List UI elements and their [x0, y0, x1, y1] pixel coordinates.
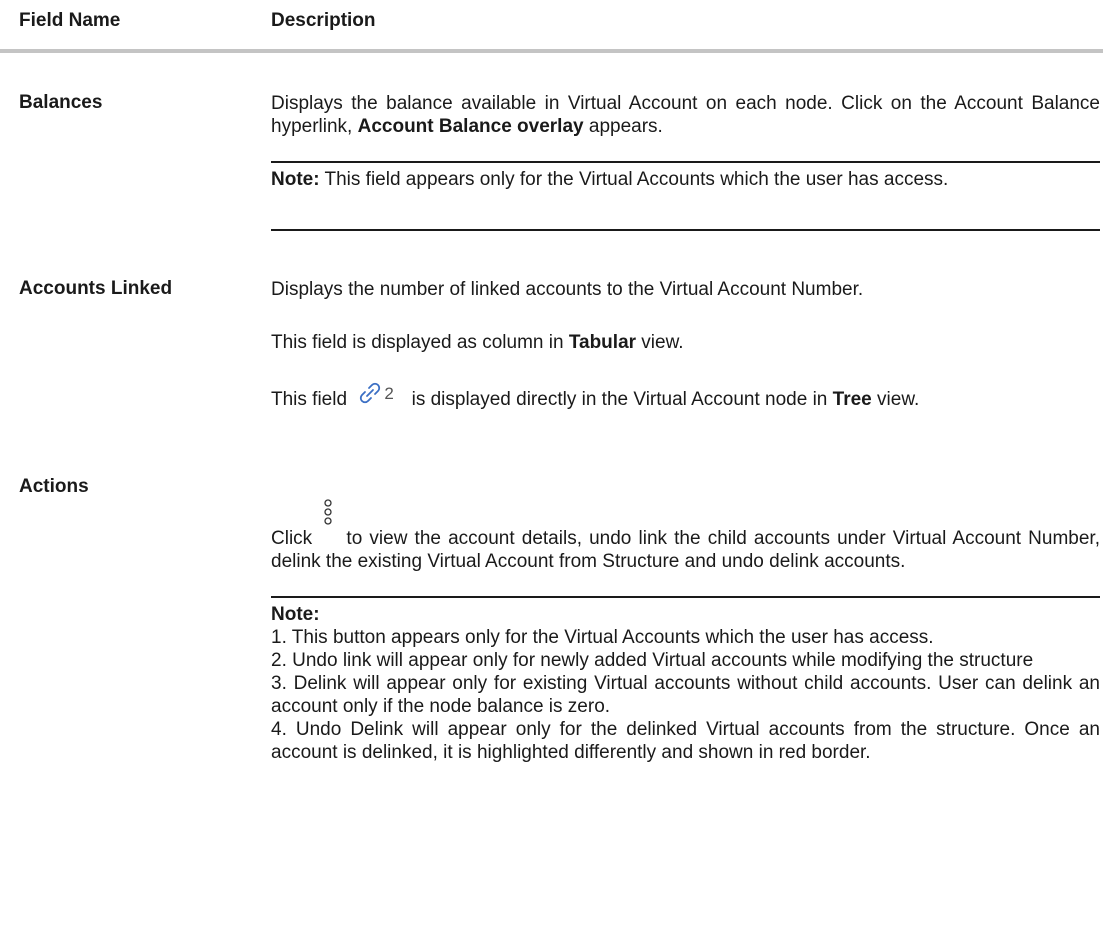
actions-description: Click to view the account details, undo … — [271, 499, 1100, 573]
balances-description: Displays the balance available in Virtua… — [271, 92, 1100, 138]
linked-count: 2 — [384, 384, 394, 403]
accounts-linked-tree: This field 2 is displayed directly in th… — [271, 379, 1100, 411]
actions-note-label: Note: — [271, 604, 320, 625]
balances-desc-tail: appears. — [583, 116, 663, 137]
balances-note-text: This field appears only for the Virtual … — [319, 169, 949, 190]
actions-note-item: 1. This button appears only for the Virt… — [271, 627, 934, 648]
tree-text: This field — [271, 389, 353, 410]
tree-term: Tree — [832, 389, 872, 410]
balances-note-label: Note: — [271, 169, 320, 190]
header-divider — [0, 49, 1103, 53]
table-header: Field Name Description — [0, 0, 1103, 53]
tabular-text: This field is displayed as column in — [271, 332, 569, 353]
actions-desc-text: Click — [271, 528, 320, 549]
kebab-menu-icon — [319, 499, 339, 542]
accounts-linked-tabular: This field is displayed as column in Tab… — [271, 331, 1100, 354]
tabular-tail: view. — [636, 332, 684, 353]
tree-text-2: is displayed directly in the Virtual Acc… — [406, 389, 833, 410]
balances-note-top-rule — [271, 161, 1100, 163]
field-balances: Balances — [19, 92, 103, 113]
actions-desc-tail: to view the account details, undo link t… — [271, 528, 1100, 572]
accounts-linked-description: Displays the number of linked accounts t… — [271, 279, 864, 300]
actions-note-item: 2. Undo link will appear only for newly … — [271, 650, 1034, 671]
balances-note: Note: This field appears only for the Vi… — [271, 168, 1100, 191]
balances-overlay-term: Account Balance overlay — [357, 116, 584, 137]
link-icon: 2 — [356, 379, 402, 409]
header-description: Description — [271, 10, 376, 31]
header-field-name: Field Name — [19, 10, 121, 31]
field-accounts-linked: Accounts Linked — [19, 278, 173, 299]
actions-note-item: 3. Delink will appear only for existing … — [271, 673, 1100, 717]
field-actions: Actions — [19, 476, 89, 497]
actions-note-item: 4. Undo Delink will appear only for the … — [271, 719, 1100, 763]
actions-note: Note: 1. This button appears only for th… — [271, 603, 1100, 764]
balances-note-bottom-rule — [271, 229, 1100, 231]
actions-note-rule — [271, 596, 1100, 598]
tabular-term: Tabular — [568, 332, 637, 353]
tree-tail: view. — [871, 389, 920, 410]
